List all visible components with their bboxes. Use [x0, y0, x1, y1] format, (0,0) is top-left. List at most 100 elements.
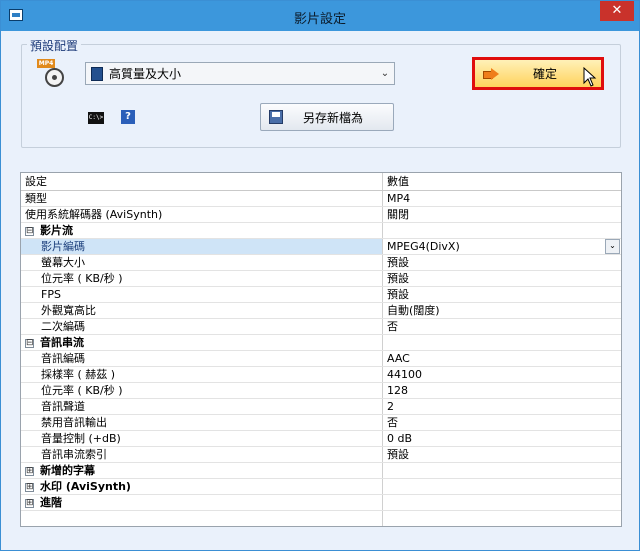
setting-value[interactable]: 預設	[383, 287, 621, 302]
expand-icon[interactable]: ⊞	[25, 498, 34, 508]
grid-row[interactable]: 音量控制 (+dB) 0 dB	[21, 431, 621, 447]
chevron-down-icon[interactable]: ⌄	[376, 63, 394, 84]
preset-legend: 預設配置	[27, 37, 82, 54]
grid-category-row[interactable]: ⊞ 水印 (AviSynth)	[21, 479, 621, 495]
setting-value-text: 否	[387, 320, 398, 333]
setting-name[interactable]: 使用系統解碼器 (AviSynth)	[21, 207, 383, 222]
setting-name[interactable]: 音訊編碼	[21, 351, 383, 366]
setting-value[interactable]: 預設	[383, 255, 621, 270]
mouse-cursor-icon	[583, 67, 597, 87]
setting-name[interactable]: 禁用音訊輸出	[21, 415, 383, 430]
setting-name[interactable]: FPS	[21, 287, 383, 302]
grid-category-row[interactable]: ⊞ 新增的字幕	[21, 463, 621, 479]
setting-value-text: 否	[387, 416, 398, 429]
expand-icon[interactable]: ⊞	[25, 466, 34, 476]
setting-value[interactable]: 128	[383, 383, 621, 398]
setting-label: 音訊編碼	[41, 352, 85, 365]
setting-value[interactable]: AAC	[383, 351, 621, 366]
grid-header: 設定 數值	[21, 173, 621, 191]
grid-row[interactable]: 音訊串流索引 預設	[21, 447, 621, 463]
setting-value[interactable]: 2	[383, 399, 621, 414]
setting-value[interactable]: 預設	[383, 271, 621, 286]
setting-label: 音訊串流	[40, 336, 84, 349]
save-as-button[interactable]: 另存新檔為	[260, 103, 394, 131]
title-bar[interactable]: 影片設定 ✕	[1, 1, 639, 31]
setting-name[interactable]: 類型	[21, 191, 383, 206]
setting-value-text: 128	[387, 384, 408, 397]
help-icon[interactable]: ?	[121, 110, 135, 124]
setting-value-text: 關閉	[387, 208, 409, 221]
setting-label: 音訊聲道	[41, 400, 85, 413]
setting-name[interactable]: 螢幕大小	[21, 255, 383, 270]
setting-label: FPS	[41, 288, 61, 301]
setting-value[interactable]: MP4	[383, 191, 621, 206]
setting-value[interactable]: 44100	[383, 367, 621, 382]
setting-value	[383, 479, 621, 494]
setting-name[interactable]: ⊞ 進階	[21, 495, 383, 510]
setting-name[interactable]: ⊟ 音訊串流	[21, 335, 383, 350]
grid-row[interactable]: 採樣率 ( 赫茲 ) 44100	[21, 367, 621, 383]
grid-row[interactable]: 禁用音訊輸出 否	[21, 415, 621, 431]
setting-name[interactable]: 音訊聲道	[21, 399, 383, 414]
preset-select[interactable]: 高質量及大小 ⌄	[85, 62, 395, 85]
mp4-file-icon: MP4	[37, 59, 65, 89]
setting-value	[383, 495, 621, 510]
grid-category-row[interactable]: ⊟ 影片流	[21, 223, 621, 239]
grid-category-row[interactable]: ⊟ 音訊串流	[21, 335, 621, 351]
setting-name[interactable]: 位元率 ( KB/秒 )	[21, 271, 383, 286]
setting-label: 新增的字幕	[40, 464, 95, 477]
setting-name[interactable]: 外觀寬高比	[21, 303, 383, 318]
column-header-setting[interactable]: 設定	[21, 173, 383, 190]
setting-value-text: 預設	[387, 288, 409, 301]
setting-name[interactable]: ⊟ 影片流	[21, 223, 383, 238]
setting-value[interactable]: 預設	[383, 447, 621, 462]
grid-row[interactable]: 位元率 ( KB/秒 ) 128	[21, 383, 621, 399]
setting-name[interactable]: 音量控制 (+dB)	[21, 431, 383, 446]
setting-name[interactable]: 影片編碼	[21, 239, 383, 254]
setting-value-text: 預設	[387, 272, 409, 285]
grid-row[interactable]: 使用系統解碼器 (AviSynth) 關閉	[21, 207, 621, 223]
chevron-down-icon[interactable]: ⌄	[605, 239, 620, 254]
setting-value[interactable]: 關閉	[383, 207, 621, 222]
grid-row[interactable]: 二次編碼 否	[21, 319, 621, 335]
setting-name[interactable]: 二次編碼	[21, 319, 383, 334]
video-settings-window: 影片設定 ✕ 預設配置 MP4 高質量及大小 ⌄ 確定 C:\> ? 另存新檔為…	[0, 0, 640, 551]
setting-label: 類型	[25, 192, 47, 205]
setting-label: 螢幕大小	[41, 256, 85, 269]
collapse-icon[interactable]: ⊟	[25, 338, 34, 348]
setting-name[interactable]: 音訊串流索引	[21, 447, 383, 462]
setting-label: 二次編碼	[41, 320, 85, 333]
setting-value-text: 自動(闊度)	[387, 304, 440, 317]
setting-name[interactable]: ⊞ 新增的字幕	[21, 463, 383, 478]
grid-row[interactable]: FPS 預設	[21, 287, 621, 303]
setting-name[interactable]: ⊞ 水印 (AviSynth)	[21, 479, 383, 494]
grid-category-row[interactable]: ⊞ 進階	[21, 495, 621, 511]
console-icon[interactable]: C:\>	[88, 112, 104, 124]
grid-row[interactable]: 音訊編碼 AAC	[21, 351, 621, 367]
close-button[interactable]: ✕	[600, 1, 634, 21]
setting-value[interactable]: MPEG4(DivX) ⌄	[383, 239, 621, 254]
setting-name[interactable]: 位元率 ( KB/秒 )	[21, 383, 383, 398]
setting-value[interactable]: 否	[383, 319, 621, 334]
setting-label: 水印 (AviSynth)	[40, 480, 131, 493]
setting-value-text: 44100	[387, 368, 422, 381]
setting-value-text: 2	[387, 400, 394, 413]
setting-value[interactable]: 0 dB	[383, 431, 621, 446]
grid-row[interactable]: 位元率 ( KB/秒 ) 預設	[21, 271, 621, 287]
mp4-tag: MP4	[37, 59, 55, 68]
setting-value[interactable]: 否	[383, 415, 621, 430]
grid-row[interactable]: 螢幕大小 預設	[21, 255, 621, 271]
grid-row[interactable]: 類型 MP4	[21, 191, 621, 207]
setting-value[interactable]: 自動(闊度)	[383, 303, 621, 318]
collapse-icon[interactable]: ⊟	[25, 226, 34, 236]
grid-row[interactable]: 外觀寬高比 自動(闊度)	[21, 303, 621, 319]
setting-name[interactable]: 採樣率 ( 赫茲 )	[21, 367, 383, 382]
film-reel-icon	[45, 68, 64, 87]
grid-row[interactable]: 影片編碼 MPEG4(DivX) ⌄	[21, 239, 621, 255]
setting-value	[383, 463, 621, 478]
expand-icon[interactable]: ⊞	[25, 482, 34, 492]
column-header-value[interactable]: 數值	[383, 173, 621, 190]
grid-row[interactable]: 音訊聲道 2	[21, 399, 621, 415]
setting-value	[383, 335, 621, 350]
window-title: 影片設定	[293, 12, 346, 27]
